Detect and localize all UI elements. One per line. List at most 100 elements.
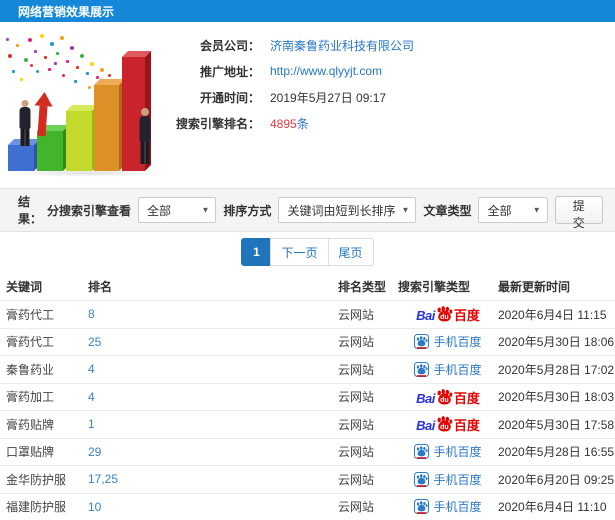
rank-cell: 1 <box>88 417 338 431</box>
engine-cell: Bai du 百度 <box>398 498 498 515</box>
engine-filter-label: 分搜索引擎查看 <box>46 203 131 218</box>
keyword-ranking-table: 关键词 排名 排名类型 搜索引擎类型 最新更新时间 膏药代工 8 云网站 Bai <box>0 272 615 520</box>
businessman-left <box>17 100 33 146</box>
chevron-down-icon: ▼ <box>201 205 210 215</box>
table-row: 膏药加工 4 云网站 Bai du 百度 2020年5月30日 18:03 <box>0 382 615 411</box>
rank-link[interactable]: 29 <box>88 445 101 459</box>
mobile-baidu-logo: 手机百度 <box>414 443 482 460</box>
keyword-cell: 膏药加工 <box>6 390 55 405</box>
rank-link[interactable]: 4 <box>88 390 95 404</box>
rank-cell: 10 <box>88 500 338 514</box>
page-1-button[interactable]: 1 <box>241 238 272 266</box>
marketing-report-page: 网络营销效果展示 会员公司： 济南秦鲁药业科技有限公司 推广地址： http:/… <box>0 0 615 520</box>
rank-type-cell: 云网站 <box>338 500 375 515</box>
table-header-row: 关键词 排名 排名类型 搜索引擎类型 最新更新时间 <box>0 272 615 300</box>
col-rank-type: 排名类型 <box>338 279 387 294</box>
mobile-baidu-logo: 手机百度 <box>414 498 482 515</box>
rank-link[interactable]: 1 <box>88 417 95 431</box>
growth-chart-illustration <box>0 26 180 181</box>
last-page-button[interactable]: 尾页 <box>327 238 374 266</box>
keyword-cell: 秦鲁药业 <box>6 362 55 377</box>
url-label: 推广地址： <box>199 64 260 79</box>
col-engine-type: 搜索引擎类型 <box>398 279 471 294</box>
baidu-logo: Bai du 百度 <box>416 416 480 434</box>
company-label: 会员公司： <box>199 38 260 53</box>
rank-link[interactable]: 25 <box>88 335 101 349</box>
chevron-down-icon: ▼ <box>532 205 541 215</box>
rank-link[interactable]: 17,25 <box>88 472 118 486</box>
promo-url-link[interactable]: http://www.qlyyjt.com <box>270 64 382 78</box>
baidu-paw-icon: du <box>436 306 453 322</box>
baidu-logo: Bai du 百度 <box>416 306 480 324</box>
rank-link[interactable]: 8 <box>88 307 95 321</box>
updated-time-cell: 2020年6月20日 09:25 <box>498 472 615 487</box>
next-page-button[interactable]: 下一页 <box>270 238 329 266</box>
mobile-baidu-paw-icon <box>414 444 430 460</box>
rank-type-cell: 云网站 <box>338 445 375 460</box>
updated-time-cell: 2020年5月28日 16:55 <box>498 445 615 460</box>
engine-cell: Bai du 百度 <box>398 388 498 406</box>
filter-controls: 分搜索引擎查看 全部 ▼ 排序方式 关键词由短到长排序 ▼ 文章类型 全部 ▼ 提交 <box>46 196 603 230</box>
sort-label: 排序方式 <box>223 203 272 218</box>
engine-cell: Bai du 百度 <box>398 333 498 350</box>
keyword-cell: 金华防护服 <box>6 472 67 487</box>
page-title: 网络营销效果展示 <box>18 4 115 19</box>
rank-type-cell: 云网站 <box>338 335 375 350</box>
rank-cell: 4 <box>88 390 338 404</box>
updated-time-cell: 2020年6月4日 11:10 <box>498 500 607 515</box>
keyword-cell: 膏药代工 <box>6 307 55 322</box>
bar-yellow <box>66 105 98 171</box>
rank-cell: 8 <box>88 307 338 321</box>
baidu-paw-icon: du <box>436 388 453 405</box>
field-company: 会员公司： 济南秦鲁药业科技有限公司 <box>178 32 414 58</box>
chevron-down-icon: ▼ <box>401 205 410 215</box>
col-updated: 最新更新时间 <box>498 279 571 294</box>
mobile-baidu-logo: 手机百度 <box>414 471 482 488</box>
mobile-baidu-paw-icon <box>414 361 430 377</box>
engine-select[interactable]: 全部 ▼ <box>137 197 217 223</box>
engine-cell: Bai du 百度 <box>398 471 498 488</box>
updated-time-cell: 2020年5月30日 18:06 <box>498 335 615 350</box>
article-type-label: 文章类型 <box>423 203 472 218</box>
bar-orange <box>94 79 125 171</box>
open-time-label: 开通时间： <box>199 90 260 105</box>
rank-count-label: 搜索引擎排名： <box>175 116 260 131</box>
rank-type-cell: 云网站 <box>338 390 375 405</box>
up-arrow-icon <box>32 91 54 137</box>
window-titlebar: 网络营销效果展示 <box>0 0 615 22</box>
table-row: 秦鲁药业 4 云网站 Bai du 百度 <box>0 355 615 383</box>
table-row: 膏药代工 8 云网站 Bai du 百度 2020年6月4日 11:15 <box>0 300 615 328</box>
bar-blue <box>8 139 40 171</box>
company-name-link[interactable]: 济南秦鲁药业科技有限公司 <box>270 37 414 54</box>
rank-type-cell: 云网站 <box>338 472 375 487</box>
mobile-baidu-logo: 手机百度 <box>414 333 482 350</box>
mobile-baidu-logo: 手机百度 <box>414 361 482 378</box>
col-keyword: 关键词 <box>6 279 43 294</box>
engine-cell: Bai du 百度 <box>398 306 498 322</box>
open-time-value: 2019年5月27日 09:17 <box>270 90 387 105</box>
baidu-logo: Bai du 百度 <box>416 388 480 406</box>
businessman-right <box>136 108 154 164</box>
sort-select[interactable]: 关键词由短到长排序 ▼ <box>278 197 417 223</box>
rank-cell: 29 <box>88 445 338 459</box>
keyword-cell: 口罩贴牌 <box>6 445 55 460</box>
updated-time-cell: 2020年5月30日 18:03 <box>498 390 615 405</box>
updated-time-cell: 2020年5月28日 17:02 <box>498 362 615 377</box>
pagination-bar: 1 下一页 尾页 <box>0 232 615 272</box>
rank-count-value: 4895条 <box>270 116 309 131</box>
mobile-baidu-paw-icon <box>414 499 430 515</box>
keyword-cell: 膏药贴牌 <box>6 417 55 432</box>
mobile-baidu-paw-icon <box>414 471 430 487</box>
rank-link[interactable]: 10 <box>88 500 101 514</box>
engine-cell: Bai du 百度 <box>398 443 498 460</box>
engine-cell: Bai du 百度 <box>398 416 498 432</box>
submit-button[interactable]: 提交 <box>554 196 603 230</box>
bar-green <box>37 125 69 171</box>
article-type-select[interactable]: 全部 ▼ <box>478 197 548 223</box>
rank-link[interactable]: 4 <box>88 362 95 376</box>
rank-cell: 25 <box>88 335 338 349</box>
table-row: 金华防护服 17,25 云网站 Bai du 百度 <box>0 465 615 493</box>
table-row: 膏药代工 25 云网站 Bai du 百度 <box>0 327 615 356</box>
field-open-time: 开通时间： 2019年5月27日 09:17 <box>178 84 414 110</box>
rank-type-cell: 云网站 <box>338 417 375 432</box>
